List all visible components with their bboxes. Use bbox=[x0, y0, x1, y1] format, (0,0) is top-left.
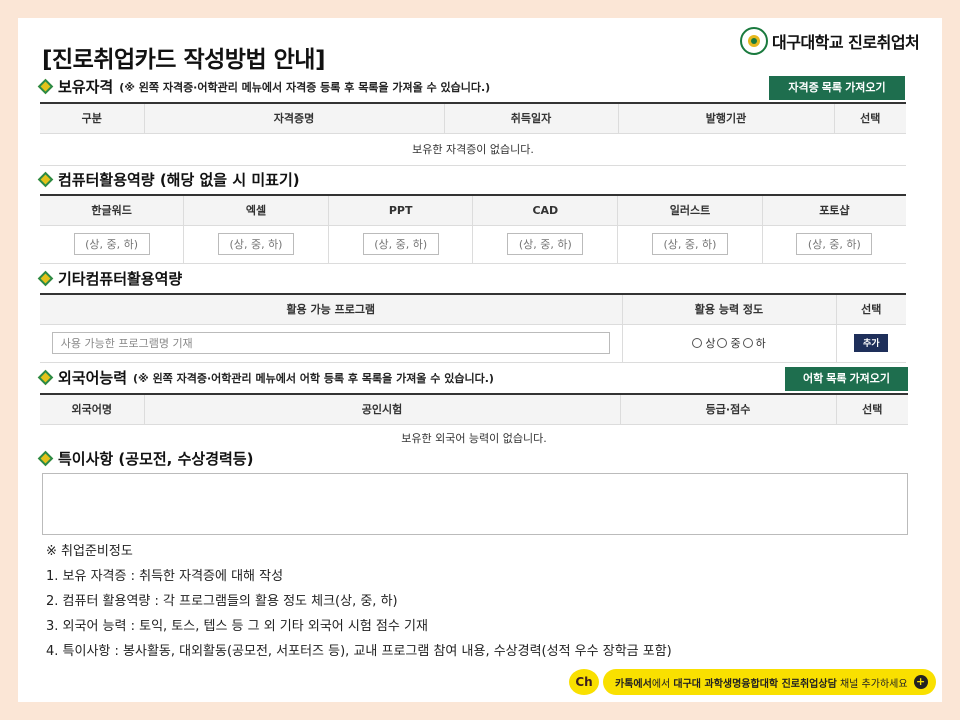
certs-note: (※ 왼쪽 자격증·어학관리 메뉴에서 자격증 등록 후 목록을 가져올 수 있… bbox=[119, 80, 491, 94]
computer-cell bbox=[472, 225, 618, 264]
other-program-cell bbox=[40, 324, 622, 363]
import-lang-button[interactable]: 어학 목록 가져오기 bbox=[785, 367, 908, 391]
computer-col-illustrator: 일러스트 bbox=[617, 194, 763, 226]
diamond-bullet-icon bbox=[37, 78, 54, 95]
other-table: 활용 가능 프로그램 활용 능력 정도 선택 상 중 하 추가 bbox=[40, 293, 906, 363]
special-section-header: 특이사항 (공모전, 수상경력등) bbox=[37, 448, 254, 469]
logo-text: 대구대학교 진로취업처 bbox=[772, 33, 920, 52]
computer-col-excel: 엑셀 bbox=[183, 194, 329, 226]
lang-note: (※ 왼쪽 자격증·어학관리 메뉴에서 어학 등록 후 목록을 가져올 수 있습… bbox=[133, 371, 494, 385]
certs-title: 보유자격 bbox=[58, 78, 114, 96]
kakao-channel-banner[interactable]: Ch 카톡에서에서 대구대 과학생명융합대학 진로취업상담 채널 추가하세요 + bbox=[569, 669, 936, 695]
instruction-item: 1. 보유 자격증 : 취득한 자격증에 대해 작성 bbox=[46, 569, 284, 584]
excel-level-input[interactable] bbox=[218, 233, 295, 255]
diamond-bullet-icon bbox=[37, 450, 54, 467]
other-level-cell: 상 중 하 bbox=[621, 324, 836, 363]
kakao-banner-text: 카톡에서에서 대구대 과학생명융합대학 진로취업상담 채널 추가하세요 bbox=[615, 675, 908, 690]
kakao-channel-name: 대구대 과학생명융합대학 진로취업상담 bbox=[673, 678, 837, 690]
certs-col-select: 선택 bbox=[833, 102, 906, 134]
level-radio-group: 상 중 하 bbox=[692, 335, 766, 351]
kakao-prefix-particle: 에서 bbox=[651, 678, 674, 690]
instruction-item: 3. 외국어 능력 : 토익, 토스, 텝스 등 그 외 기타 외국어 시험 점… bbox=[46, 619, 428, 634]
kakao-channel-icon: Ch bbox=[569, 669, 599, 695]
computer-cell bbox=[40, 225, 184, 264]
computer-col-photoshop: 포토샵 bbox=[761, 194, 906, 226]
computer-cell bbox=[761, 225, 906, 264]
computer-col-cad: CAD bbox=[472, 194, 618, 226]
computer-cell bbox=[183, 225, 329, 264]
certs-col-type: 구분 bbox=[40, 102, 144, 134]
certs-empty-message: 보유한 자격증이 없습니다. bbox=[40, 133, 906, 166]
photoshop-level-input[interactable] bbox=[796, 233, 873, 255]
lang-col-score: 등급·점수 bbox=[619, 393, 836, 425]
page-title: [진로취업카드 작성방법 안내] bbox=[42, 47, 325, 73]
computer-cell bbox=[617, 225, 763, 264]
other-section-header: 기타컴퓨터활용역량 bbox=[37, 268, 183, 289]
other-select-cell: 추가 bbox=[835, 324, 906, 363]
level-high-radio[interactable] bbox=[692, 338, 703, 348]
instructions: ※ 취업준비정도 1. 보유 자격증 : 취득한 자격증에 대해 작성 2. 컴… bbox=[46, 539, 672, 664]
lang-title: 외국어능력 bbox=[58, 369, 128, 387]
university-seal-icon bbox=[740, 27, 768, 55]
computer-col-ppt: PPT bbox=[327, 194, 473, 226]
import-certs-button[interactable]: 자격증 목록 가져오기 bbox=[769, 76, 905, 100]
program-name-input[interactable] bbox=[51, 332, 610, 354]
illustrator-level-input[interactable] bbox=[651, 233, 728, 255]
certs-col-name: 자격증명 bbox=[143, 102, 444, 134]
cad-level-input[interactable] bbox=[507, 233, 584, 255]
hwp-level-input[interactable] bbox=[73, 233, 150, 255]
special-notes-textarea[interactable] bbox=[42, 473, 908, 535]
add-program-button[interactable]: 추가 bbox=[854, 334, 889, 352]
computer-section-header: 컴퓨터활용역량 (해당 없을 시 미표기) bbox=[37, 169, 300, 190]
lang-col-select: 선택 bbox=[835, 393, 908, 425]
lang-col-test: 공인시험 bbox=[143, 393, 620, 425]
level-mid-radio[interactable] bbox=[717, 338, 728, 348]
level-low-label: 하 bbox=[755, 337, 766, 350]
special-title: 특이사항 (공모전, 수상경력등) bbox=[58, 450, 254, 468]
level-low-radio[interactable] bbox=[742, 338, 753, 348]
certs-col-date: 취득일자 bbox=[443, 102, 618, 134]
university-logo: 대구대학교 진로취업처 bbox=[740, 26, 920, 56]
ppt-level-input[interactable] bbox=[362, 233, 439, 255]
computer-col-hwp: 한글워드 bbox=[40, 194, 184, 226]
kakao-prefix: 카톡에서 bbox=[615, 678, 652, 690]
computer-table: 한글워드 엑셀 PPT CAD 일러스트 포토샵 bbox=[40, 194, 906, 264]
lang-col-name: 외국어명 bbox=[40, 393, 144, 425]
other-title: 기타컴퓨터활용역량 bbox=[58, 270, 183, 288]
lang-table: 외국어명 공인시험 등급·점수 선택 보유한 외국어 능력이 없습니다. bbox=[40, 393, 908, 452]
level-high-label: 상 bbox=[705, 337, 716, 350]
instruction-heading: ※ 취업준비정도 bbox=[46, 544, 133, 559]
instruction-item: 4. 특이사항 : 봉사활동, 대외활동(공모전, 서포터즈 등), 교내 프로… bbox=[46, 644, 672, 659]
kakao-suffix: 채널 추가하세요 bbox=[839, 678, 908, 690]
plus-circle-icon: + bbox=[913, 675, 928, 689]
computer-title: 컴퓨터활용역량 (해당 없을 시 미표기) bbox=[58, 171, 300, 189]
level-mid-label: 중 bbox=[730, 337, 741, 350]
diamond-bullet-icon bbox=[37, 270, 54, 287]
diamond-bullet-icon bbox=[37, 171, 54, 188]
diamond-bullet-icon bbox=[37, 369, 54, 386]
other-col-select: 선택 bbox=[835, 293, 906, 325]
certs-section-header: 보유자격 (※ 왼쪽 자격증·어학관리 메뉴에서 자격증 등록 후 목록을 가져… bbox=[37, 76, 491, 97]
lang-section-header: 외국어능력 (※ 왼쪽 자격증·어학관리 메뉴에서 어학 등록 후 목록을 가져… bbox=[37, 367, 494, 388]
other-col-level: 활용 능력 정도 bbox=[621, 293, 836, 325]
computer-cell bbox=[327, 225, 473, 264]
certs-col-issuer: 발행기관 bbox=[617, 102, 834, 134]
page: [진로취업카드 작성방법 안내] 대구대학교 진로취업처 보유자격 (※ 왼쪽 … bbox=[18, 18, 942, 702]
certs-table: 구분 자격증명 취득일자 발행기관 선택 보유한 자격증이 없습니다. bbox=[40, 102, 906, 166]
kakao-banner-bar: 카톡에서에서 대구대 과학생명융합대학 진로취업상담 채널 추가하세요 + bbox=[603, 669, 936, 695]
other-col-program: 활용 가능 프로그램 bbox=[40, 293, 622, 325]
instruction-item: 2. 컴퓨터 활용역량 : 각 프로그램들의 활용 정도 체크(상, 중, 하) bbox=[46, 594, 398, 609]
